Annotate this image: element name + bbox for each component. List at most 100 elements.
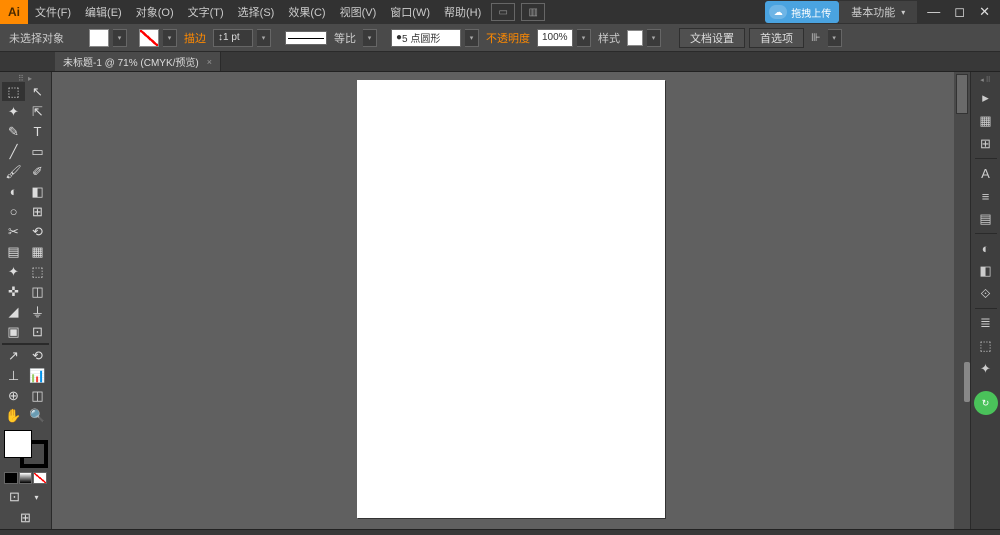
tool-4[interactable]: ✎ (2, 122, 25, 141)
opacity-dd[interactable]: ▾ (577, 29, 591, 47)
tool-b-4[interactable]: ⊕ (2, 387, 25, 406)
status-bar (0, 529, 1000, 535)
panel-icon-5[interactable]: ▤ (975, 208, 997, 230)
vertical-scrollbar[interactable] (954, 72, 970, 529)
fill-dropdown[interactable]: ▾ (113, 29, 127, 47)
tool-5[interactable]: T (26, 122, 49, 141)
tool-11[interactable]: ◧ (26, 182, 49, 201)
tool-10[interactable]: ◐ (2, 182, 25, 201)
panel-icon-1[interactable]: ▦ (975, 110, 997, 132)
panel-icon-6[interactable]: ◐ (975, 237, 997, 259)
menu-view[interactable]: 视图(V) (333, 0, 384, 24)
canvas-area[interactable] (52, 72, 970, 529)
tool-b-6[interactable]: ✋ (2, 407, 25, 426)
brush-dd[interactable]: ▾ (465, 29, 479, 47)
stroke-swatch[interactable] (139, 29, 159, 47)
stroke-profile[interactable] (285, 31, 327, 45)
menu-window[interactable]: 窗口(W) (383, 0, 437, 24)
panel-resize-thumb[interactable] (964, 362, 970, 402)
window-minimize[interactable]: — (927, 4, 940, 20)
tab-close-icon[interactable]: × (207, 57, 212, 67)
stroke-weight-dd[interactable]: ▾ (257, 29, 271, 47)
tool-2[interactable]: ✦ (2, 102, 25, 121)
share-badge-icon[interactable]: ↻ (974, 391, 998, 415)
tool-20[interactable]: ✜ (2, 282, 25, 301)
tool-17[interactable]: ▦ (26, 242, 49, 261)
chip-color[interactable] (4, 472, 18, 484)
tool-8[interactable]: 🖌 (2, 162, 25, 181)
screen-mode-icon[interactable]: ⊡ (4, 488, 25, 507)
panel-icon-8[interactable]: ⟐ (975, 283, 997, 305)
document-tab[interactable]: 未标题-1 @ 71% (CMYK/预览) × (55, 52, 221, 71)
stroke-weight-input[interactable]: ↕ 1 pt (213, 29, 253, 47)
tool-13[interactable]: ⊞ (26, 202, 49, 221)
style-label: 样式 (595, 30, 623, 46)
screen-mode-dd[interactable]: ▾ (26, 488, 47, 507)
panel-icon-9[interactable]: ≣ (975, 312, 997, 334)
menu-help[interactable]: 帮助(H) (437, 0, 488, 24)
style-dd[interactable]: ▾ (647, 29, 661, 47)
tool-23[interactable]: ⏚ (26, 302, 49, 321)
tool-15[interactable]: ⟲ (26, 222, 49, 241)
tool-7[interactable]: ▭ (26, 142, 49, 161)
tool-6[interactable]: ╱ (2, 142, 25, 161)
tool-25[interactable]: ⊡ (26, 322, 49, 341)
menu-effect[interactable]: 效果(C) (281, 0, 332, 24)
profile-dd[interactable]: ▾ (363, 29, 377, 47)
tool-24[interactable]: ▣ (2, 322, 25, 341)
panel-icon-11[interactable]: ✦ (975, 358, 997, 380)
menu-object[interactable]: 对象(O) (129, 0, 181, 24)
menu-select[interactable]: 选择(S) (231, 0, 282, 24)
fill-color-box[interactable] (4, 430, 32, 458)
panel-icon-0[interactable]: ▸ (975, 87, 997, 109)
chip-gradient[interactable] (19, 472, 33, 484)
tool-b-7[interactable]: 🔍 (26, 407, 49, 426)
panel-icon-10[interactable]: ⬚ (975, 335, 997, 357)
tool-0[interactable]: ⬚ (2, 82, 25, 101)
tool-b-5[interactable]: ◫ (26, 387, 49, 406)
window-close[interactable]: ✕ (979, 4, 990, 20)
menu-type[interactable]: 文字(T) (181, 0, 231, 24)
tool-12[interactable]: ○ (2, 202, 25, 221)
fill-stroke-control[interactable] (4, 430, 48, 468)
panel-icon-2[interactable]: ⊞ (975, 133, 997, 155)
panel-icon-3[interactable]: A (975, 162, 997, 184)
brush-input[interactable]: ● 5 点圆形 (391, 29, 461, 47)
chip-none[interactable] (33, 472, 47, 484)
tool-14[interactable]: ✂ (2, 222, 25, 241)
edit-toolbar-icon[interactable]: ⊞ (2, 509, 49, 527)
menu-edit[interactable]: 编辑(E) (78, 0, 129, 24)
tool-9[interactable]: ✐ (26, 162, 49, 181)
stroke-dropdown[interactable]: ▾ (163, 29, 177, 47)
cloud-upload-button[interactable]: ☁ 拖拽上传 (765, 1, 839, 23)
align-icon[interactable]: ⊪ (808, 31, 824, 44)
tool-b-2[interactable]: ⊥ (2, 367, 25, 386)
panel-icon-7[interactable]: ◧ (975, 260, 997, 282)
layout-icon-1[interactable]: ▭ (491, 3, 515, 21)
align-dd[interactable]: ▾ (828, 29, 842, 47)
menu-file[interactable]: 文件(F) (28, 0, 78, 24)
opacity-input[interactable]: 100% (537, 29, 573, 47)
tool-21[interactable]: ◫ (26, 282, 49, 301)
preferences-button[interactable]: 首选项 (749, 28, 804, 48)
fill-swatch[interactable] (89, 29, 109, 47)
workspace-switcher[interactable]: 基本功能▾ (839, 1, 917, 23)
tool-16[interactable]: ▤ (2, 242, 25, 261)
artboard[interactable] (357, 80, 665, 518)
scrollbar-thumb[interactable] (956, 74, 968, 114)
tool-18[interactable]: ✦ (2, 262, 25, 281)
tool-b-0[interactable]: ↗ (2, 347, 25, 366)
panel-grip-icon[interactable]: ⠿ ▸ (2, 74, 49, 82)
right-panel-grip[interactable]: ◂ ⠿ (976, 76, 996, 84)
tool-b-1[interactable]: ⟲ (26, 347, 49, 366)
tool-19[interactable]: ⬚ (26, 262, 49, 281)
tool-b-3[interactable]: 📊 (26, 367, 49, 386)
document-setup-button[interactable]: 文档设置 (679, 28, 745, 48)
tool-22[interactable]: ◢ (2, 302, 25, 321)
panel-icon-4[interactable]: ≡ (975, 185, 997, 207)
layout-icon-2[interactable]: ▥ (521, 3, 545, 21)
tool-3[interactable]: ⇱ (26, 102, 49, 121)
window-maximize[interactable]: ◻ (954, 4, 965, 20)
style-swatch[interactable] (627, 30, 643, 46)
tool-1[interactable]: ↖ (26, 82, 49, 101)
